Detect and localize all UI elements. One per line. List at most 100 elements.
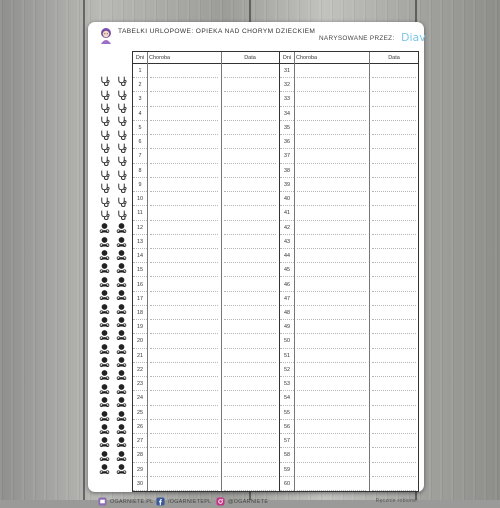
illness-cell[interactable]	[297, 320, 366, 335]
illness-cell[interactable]	[150, 263, 218, 278]
sick-child-icon[interactable]	[99, 222, 110, 234]
footer-instagram[interactable]: @OGARNIETE	[216, 497, 268, 506]
illness-cell[interactable]	[150, 206, 218, 221]
date-cell[interactable]	[372, 306, 416, 321]
stethoscope-icon[interactable]	[99, 75, 110, 87]
date-cell[interactable]	[372, 320, 416, 335]
date-cell[interactable]	[224, 320, 276, 335]
sick-child-icon[interactable]	[116, 303, 127, 314]
illness-cell[interactable]	[297, 107, 366, 121]
date-cell[interactable]	[224, 121, 276, 136]
sick-child-icon[interactable]	[116, 289, 127, 301]
stethoscope-icon[interactable]	[116, 196, 127, 207]
illness-cell[interactable]	[150, 149, 218, 164]
sick-child-icon[interactable]	[99, 316, 110, 327]
illness-cell[interactable]	[150, 320, 218, 335]
illness-cell[interactable]	[150, 121, 218, 136]
stethoscope-icon[interactable]	[99, 182, 110, 194]
sick-child-icon[interactable]	[99, 356, 110, 368]
stethoscope-icon[interactable]	[99, 129, 110, 140]
date-cell[interactable]	[224, 263, 276, 278]
date-cell[interactable]	[372, 391, 416, 406]
date-cell[interactable]	[372, 263, 416, 278]
date-cell[interactable]	[372, 406, 416, 420]
date-cell[interactable]	[224, 178, 276, 193]
sick-child-icon[interactable]	[116, 329, 127, 341]
sick-child-icon[interactable]	[99, 396, 110, 408]
illness-cell[interactable]	[297, 121, 366, 136]
sick-child-icon[interactable]	[99, 463, 110, 475]
illness-cell[interactable]	[297, 235, 366, 250]
date-cell[interactable]	[372, 292, 416, 306]
date-cell[interactable]	[224, 391, 276, 406]
illness-cell[interactable]	[150, 178, 218, 193]
illness-cell[interactable]	[150, 434, 218, 449]
date-cell[interactable]	[224, 434, 276, 449]
stethoscope-icon[interactable]	[99, 102, 110, 113]
stethoscope-icon[interactable]	[116, 129, 127, 140]
illness-cell[interactable]	[297, 192, 366, 207]
sick-child-icon[interactable]	[99, 276, 110, 287]
date-cell[interactable]	[372, 121, 416, 136]
illness-cell[interactable]	[150, 135, 218, 150]
date-cell[interactable]	[372, 434, 416, 449]
sick-child-icon[interactable]	[116, 276, 127, 287]
stethoscope-icon[interactable]	[116, 182, 127, 194]
stethoscope-icon[interactable]	[116, 102, 127, 113]
date-cell[interactable]	[224, 463, 276, 477]
stethoscope-icon[interactable]	[116, 115, 127, 127]
date-cell[interactable]	[224, 206, 276, 221]
sick-child-icon[interactable]	[116, 410, 127, 421]
date-cell[interactable]	[224, 278, 276, 292]
date-cell[interactable]	[372, 78, 416, 93]
date-cell[interactable]	[224, 363, 276, 378]
date-cell[interactable]	[224, 349, 276, 363]
stethoscope-icon[interactable]	[99, 142, 110, 154]
illness-cell[interactable]	[150, 463, 218, 477]
illness-cell[interactable]	[150, 477, 218, 491]
illness-cell[interactable]	[150, 420, 218, 435]
illness-cell[interactable]	[297, 164, 366, 178]
illness-cell[interactable]	[297, 263, 366, 278]
date-cell[interactable]	[372, 349, 416, 363]
sick-child-icon[interactable]	[116, 436, 127, 448]
sick-child-icon[interactable]	[116, 356, 127, 368]
stethoscope-icon[interactable]	[116, 142, 127, 154]
illness-cell[interactable]	[150, 377, 218, 392]
date-cell[interactable]	[224, 249, 276, 264]
sick-child-icon[interactable]	[116, 236, 127, 247]
illness-cell[interactable]	[297, 363, 366, 378]
illness-cell[interactable]	[150, 391, 218, 406]
illness-cell[interactable]	[150, 278, 218, 292]
sick-child-icon[interactable]	[99, 410, 110, 421]
illness-cell[interactable]	[297, 406, 366, 420]
illness-cell[interactable]	[297, 334, 366, 349]
stethoscope-icon[interactable]	[116, 209, 127, 220]
sick-child-icon[interactable]	[99, 303, 110, 314]
illness-cell[interactable]	[150, 292, 218, 306]
sick-child-icon[interactable]	[99, 343, 110, 354]
sick-child-icon[interactable]	[116, 343, 127, 354]
illness-cell[interactable]	[297, 221, 366, 235]
date-cell[interactable]	[224, 477, 276, 491]
date-cell[interactable]	[372, 249, 416, 264]
sick-child-icon[interactable]	[99, 289, 110, 301]
date-cell[interactable]	[372, 221, 416, 235]
date-cell[interactable]	[224, 406, 276, 420]
date-cell[interactable]	[372, 192, 416, 207]
date-cell[interactable]	[372, 278, 416, 292]
illness-cell[interactable]	[297, 434, 366, 449]
stethoscope-icon[interactable]	[99, 196, 110, 207]
date-cell[interactable]	[372, 377, 416, 392]
sick-child-icon[interactable]	[116, 396, 127, 408]
stethoscope-icon[interactable]	[116, 75, 127, 87]
illness-cell[interactable]	[297, 391, 366, 406]
date-cell[interactable]	[372, 64, 416, 79]
date-cell[interactable]	[372, 420, 416, 435]
date-cell[interactable]	[372, 149, 416, 164]
illness-cell[interactable]	[150, 64, 218, 79]
date-cell[interactable]	[224, 92, 276, 107]
sick-child-icon[interactable]	[99, 249, 110, 261]
stethoscope-icon[interactable]	[116, 169, 127, 180]
illness-cell[interactable]	[150, 92, 218, 107]
